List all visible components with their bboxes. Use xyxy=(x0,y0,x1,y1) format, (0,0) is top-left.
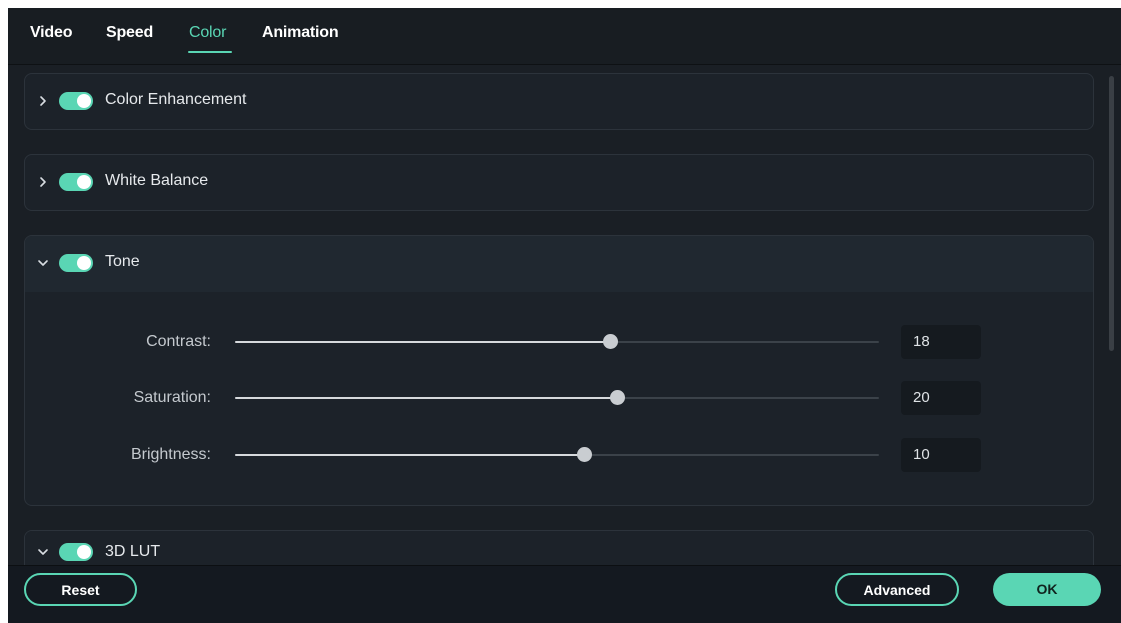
slider-fill xyxy=(235,341,611,343)
contrast-slider[interactable] xyxy=(235,334,879,349)
saturation-slider[interactable] xyxy=(235,390,879,405)
contrast-label: Contrast: xyxy=(146,333,211,350)
active-tab-indicator xyxy=(188,51,232,53)
slider-thumb[interactable] xyxy=(609,390,625,405)
section-title: Color Enhancement xyxy=(105,91,247,108)
section-3d-lut: 3D LUT xyxy=(24,530,1094,565)
tab-animation[interactable]: Animation xyxy=(262,24,339,42)
reset-button[interactable]: Reset xyxy=(24,573,137,606)
brightness-slider[interactable] xyxy=(235,447,879,462)
tab-color[interactable]: Color xyxy=(189,24,226,42)
brightness-value-input[interactable]: 10 xyxy=(901,438,981,472)
section-title: Tone xyxy=(105,253,140,270)
section-white-balance: White Balance xyxy=(24,154,1094,211)
contrast-row: Contrast: 18 xyxy=(25,325,1093,359)
section-header-tone[interactable]: Tone xyxy=(25,236,1093,292)
toggle-knob xyxy=(77,94,91,108)
ok-button[interactable]: OK xyxy=(993,573,1101,606)
vertical-scrollbar[interactable] xyxy=(1109,76,1114,351)
saturation-row: Saturation: 20 xyxy=(25,381,1093,415)
brightness-label: Brightness: xyxy=(130,446,211,463)
saturation-value-input[interactable]: 20 xyxy=(901,381,981,415)
white-balance-toggle[interactable] xyxy=(59,173,93,191)
footer-bar: Reset Advanced OK xyxy=(8,565,1121,623)
contrast-value-input[interactable]: 18 xyxy=(901,325,981,359)
chevron-right-icon[interactable] xyxy=(36,174,50,190)
section-header-3d-lut[interactable]: 3D LUT xyxy=(25,531,1093,565)
color-enhancement-toggle[interactable] xyxy=(59,92,93,110)
slider-thumb[interactable] xyxy=(577,447,593,462)
advanced-button[interactable]: Advanced xyxy=(835,573,959,606)
section-header-white-balance[interactable]: White Balance xyxy=(25,155,1093,210)
toggle-knob xyxy=(77,256,91,270)
toggle-knob xyxy=(77,545,91,559)
sections-scroll-area[interactable]: Color Enhancement White Balance Tone Con… xyxy=(8,66,1121,565)
toggle-knob xyxy=(77,175,91,189)
tab-speed[interactable]: Speed xyxy=(106,24,153,42)
saturation-label: Saturation: xyxy=(133,389,211,406)
section-tone: Tone Contrast: 18 Saturation: 20 Brightn… xyxy=(24,235,1094,506)
chevron-right-icon[interactable] xyxy=(36,93,50,109)
3d-lut-toggle[interactable] xyxy=(59,543,93,561)
slider-thumb[interactable] xyxy=(603,334,619,349)
section-title: 3D LUT xyxy=(105,543,161,560)
color-settings-panel: Video Speed Color Animation Color Enhanc… xyxy=(8,8,1121,623)
tab-video[interactable]: Video xyxy=(30,24,72,42)
section-header-color-enhancement[interactable]: Color Enhancement xyxy=(25,74,1093,129)
section-color-enhancement: Color Enhancement xyxy=(24,73,1094,130)
section-title: White Balance xyxy=(105,172,209,189)
slider-fill xyxy=(235,454,585,456)
chevron-down-icon[interactable] xyxy=(36,544,50,560)
tab-bar: Video Speed Color Animation xyxy=(8,8,1121,65)
brightness-row: Brightness: 10 xyxy=(25,438,1093,472)
chevron-down-icon[interactable] xyxy=(36,255,50,271)
tone-toggle[interactable] xyxy=(59,254,93,272)
slider-fill xyxy=(235,397,617,399)
